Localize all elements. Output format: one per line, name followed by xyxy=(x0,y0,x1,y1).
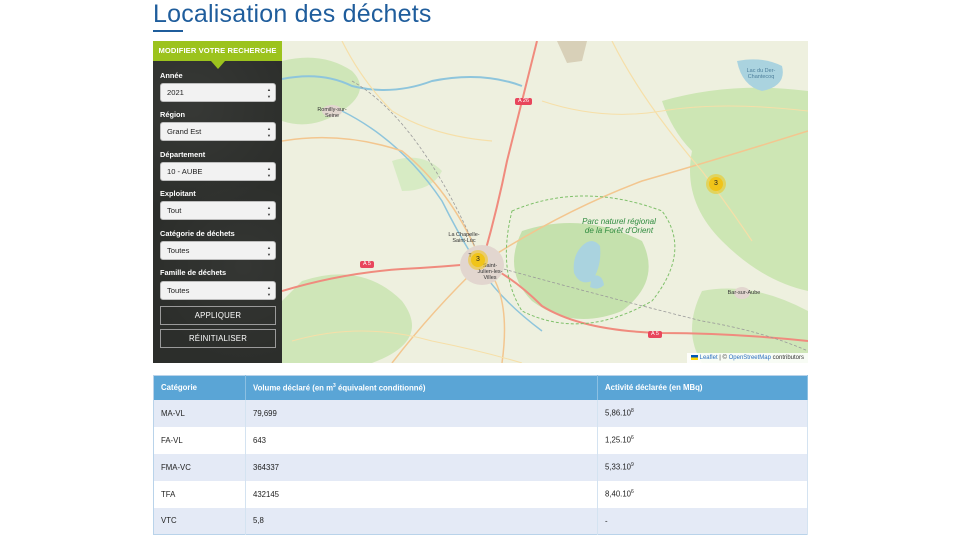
place-label-romilly: Romilly-sur-Seine xyxy=(317,107,347,119)
activity-exponent: 6 xyxy=(631,489,634,496)
activity-exponent: 6 xyxy=(631,435,634,442)
map-attribution: Leaflet | © OpenStreetMap contributors xyxy=(686,353,808,363)
panel-notch xyxy=(211,61,225,69)
cell-activity: 8,40.106 xyxy=(597,480,808,508)
flag-icon xyxy=(690,354,698,360)
table-row: TFA 432145 8,40.106 xyxy=(153,480,808,508)
department-label: Département xyxy=(160,150,206,159)
waste-category-select-value: Toutes xyxy=(167,246,190,255)
attribution-separator: | © xyxy=(717,355,729,361)
reset-button[interactable]: RÉINITIALISER xyxy=(160,329,276,348)
waste-family-select-value: Toutes xyxy=(167,286,190,295)
department-select-value: 10 - AUBE xyxy=(167,167,203,176)
activity-mantissa: - xyxy=(605,516,608,526)
cell-category: TFA xyxy=(153,480,246,508)
attribution-suffix: contributors xyxy=(770,355,804,361)
activity-exponent: 9 xyxy=(631,462,634,469)
cell-activity: - xyxy=(597,507,808,535)
year-label: Année xyxy=(160,71,183,80)
select-arrows-icon: ▲ ▼ xyxy=(267,126,271,138)
cell-volume: 79,699 xyxy=(245,399,598,427)
region-label: Région xyxy=(160,110,186,119)
map-cluster-marker[interactable]: 3 xyxy=(468,250,488,270)
header-category: Catégorie xyxy=(153,375,246,400)
activity-mantissa: 5,86.10 xyxy=(605,408,632,418)
waste-category-select[interactable]: Toutes ▲ ▼ xyxy=(160,241,276,260)
osm-link[interactable]: OpenStreetMap xyxy=(729,355,771,361)
park-label: Parc naturel régional de la Forêt d'Orie… xyxy=(582,217,656,235)
table-row: MA-VL 79,699 5,86.108 xyxy=(153,399,808,427)
place-label-lac: Lac du Der-Chantecoq xyxy=(746,68,776,80)
region-select-value: Grand Est xyxy=(167,127,202,136)
year-select-value: 2021 xyxy=(167,88,184,97)
map-cluster-marker[interactable]: 3 xyxy=(706,174,726,194)
cell-volume: 432145 xyxy=(245,480,598,508)
cell-volume: 364337 xyxy=(245,453,598,481)
cluster-count: 3 xyxy=(471,253,485,267)
waste-category-label: Catégorie de déchets xyxy=(160,229,235,238)
page-title: Localisation des déchets xyxy=(153,0,432,28)
cell-category: FMA-VC xyxy=(153,453,246,481)
table-row: FA-VL 643 1,25.106 xyxy=(153,426,808,454)
road-badge-a26: A 26 xyxy=(515,98,533,105)
table-row: FMA-VC 364337 5,33.109 xyxy=(153,453,808,481)
cluster-count: 3 xyxy=(709,177,723,191)
cell-activity: 5,33.109 xyxy=(597,453,808,481)
header-volume-prefix: Volume déclaré (en m xyxy=(253,383,334,393)
operator-select[interactable]: Tout ▲ ▼ xyxy=(160,201,276,220)
road-badge-a5-west: A 5 xyxy=(360,261,374,268)
table-header-row: Catégorie Volume déclaré (en m3 équivale… xyxy=(153,375,808,400)
header-volume-suffix: équivalent conditionné) xyxy=(335,383,426,393)
search-panel-header: MODIFIER VOTRE RECHERCHE xyxy=(153,41,282,61)
place-label-bar-sur-aube: Bar-sur-Aube xyxy=(727,290,761,296)
cell-category: VTC xyxy=(153,507,246,535)
apply-button[interactable]: APPLIQUER xyxy=(160,306,276,325)
region-select[interactable]: Grand Est ▲ ▼ xyxy=(160,122,276,141)
department-select[interactable]: 10 - AUBE ▲ ▼ xyxy=(160,162,276,181)
select-arrows-icon: ▲ ▼ xyxy=(267,87,271,99)
table-row: VTC 5,8 - xyxy=(153,507,808,535)
leaflet-link[interactable]: Leaflet xyxy=(700,355,718,361)
activity-mantissa: 5,33.10 xyxy=(605,462,632,472)
year-select[interactable]: 2021 ▲ ▼ xyxy=(160,83,276,102)
map-tiles xyxy=(282,41,808,363)
activity-exponent: 8 xyxy=(631,408,634,415)
cell-volume: 5,8 xyxy=(245,507,598,535)
cell-category: FA-VL xyxy=(153,426,246,454)
operator-select-value: Tout xyxy=(167,206,182,215)
select-arrows-icon: ▲ ▼ xyxy=(267,205,271,217)
place-label-chapelle: La Chapelle-Saint-Luc xyxy=(448,232,480,244)
header-volume: Volume déclaré (en m3 équivalent conditi… xyxy=(245,375,598,400)
operator-label: Exploitant xyxy=(160,189,196,198)
select-arrows-icon: ▲ ▼ xyxy=(267,166,271,178)
cell-category: MA-VL xyxy=(153,399,246,427)
waste-table: Catégorie Volume déclaré (en m3 équivale… xyxy=(153,375,808,535)
cell-activity: 1,25.106 xyxy=(597,426,808,454)
cell-volume: 643 xyxy=(245,426,598,454)
search-panel: MODIFIER VOTRE RECHERCHE Année 2021 ▲ ▼ R… xyxy=(153,41,282,363)
map[interactable]: Romilly-sur-Seine La Chapelle-Saint-Luc … xyxy=(282,41,808,363)
waste-family-select[interactable]: Toutes ▲ ▼ xyxy=(160,281,276,300)
title-underline xyxy=(153,30,183,32)
cell-activity: 5,86.108 xyxy=(597,399,808,427)
road-badge-a5-east: A 5 xyxy=(648,331,662,338)
activity-mantissa: 1,25.10 xyxy=(605,435,632,445)
header-activity: Activité déclarée (en MBq) xyxy=(597,375,808,400)
select-arrows-icon: ▲ ▼ xyxy=(267,245,271,257)
activity-mantissa: 8,40.10 xyxy=(605,489,632,499)
waste-family-label: Famille de déchets xyxy=(160,268,227,277)
select-arrows-icon: ▲ ▼ xyxy=(267,285,271,297)
